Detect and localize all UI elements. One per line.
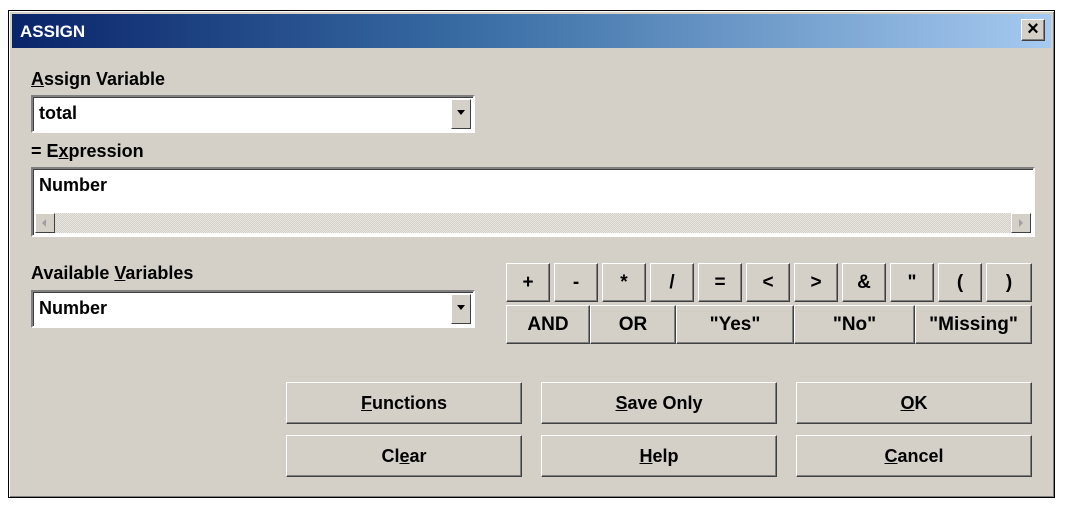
available-variables-dropdown[interactable]: Number [31,290,475,328]
functions-button[interactable]: Functions [286,382,522,424]
assign-variable-value: total [39,103,77,123]
clear-button[interactable]: Cl e ar [286,435,522,477]
available-variables-label: Available Variables [31,263,194,283]
cancel-button[interactable]: Cancel [796,435,1032,477]
op-or-button[interactable]: OR [590,305,676,344]
op-no-button[interactable]: "No" [794,305,915,344]
expression-value: Number [39,175,108,195]
help-button[interactable]: Help [541,435,777,477]
title-bar: ASSIGN × [12,14,1051,48]
window-title: ASSIGN [20,22,86,41]
op-divide-button[interactable]: / [650,263,694,302]
op-less-than-button[interactable]: < [746,263,790,302]
scroll-left-arrow-icon[interactable] [35,213,55,233]
close-icon: × [1027,18,1039,40]
expression-input[interactable]: Number [31,167,1035,237]
op-ampersand-button[interactable]: & [842,263,886,302]
scroll-right-arrow-icon[interactable] [1011,213,1031,233]
op-yes-button[interactable]: "Yes" [676,305,794,344]
ok-button[interactable]: OK [796,382,1032,424]
assign-variable-dropdown[interactable]: total [31,95,475,133]
save-only-button[interactable]: Save Only [541,382,777,424]
op-and-button[interactable]: AND [506,305,590,344]
dropdown-arrow-icon[interactable] [451,99,471,129]
available-variables-value: Number [39,298,108,318]
op-missing-button[interactable]: "Missing" [915,305,1032,344]
op-close-paren-button[interactable]: ) [986,263,1032,302]
op-multiply-button[interactable]: * [602,263,646,302]
expression-horizontal-scrollbar[interactable] [35,213,1031,233]
expression-label: = Expression [31,141,144,161]
op-minus-button[interactable]: - [554,263,598,302]
dropdown-arrow-icon[interactable] [451,294,471,324]
assign-dialog: ASSIGN × Assign Variable total = Express… [8,10,1055,498]
op-quote-button[interactable]: " [890,263,934,302]
assign-variable-label: Assign Variable [31,69,166,89]
close-button[interactable]: × [1021,19,1045,41]
op-open-paren-button[interactable]: ( [938,263,982,302]
op-plus-button[interactable]: + [506,263,550,302]
op-greater-than-button[interactable]: > [794,263,838,302]
op-equals-button[interactable]: = [698,263,742,302]
